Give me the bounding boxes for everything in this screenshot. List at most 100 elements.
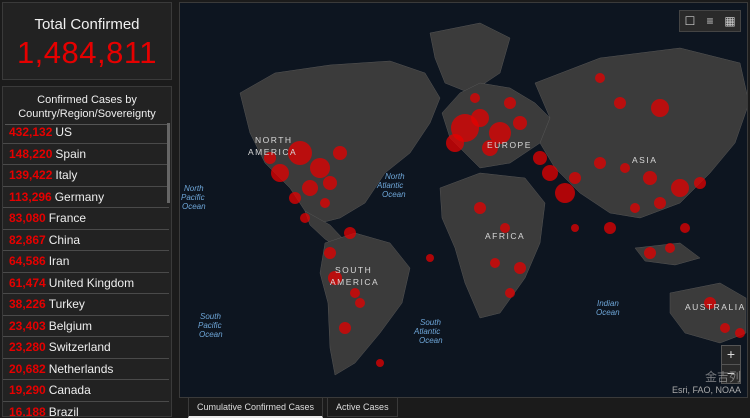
case-count: 20,682 (9, 361, 46, 376)
case-bubble[interactable] (555, 183, 575, 203)
list-item[interactable]: 23,280 Switzerland (3, 337, 169, 359)
list-item[interactable]: 64,586 Iran (3, 251, 169, 273)
case-count: 113,296 (9, 189, 52, 204)
list-item[interactable]: 23,403 Belgium (3, 316, 169, 337)
case-bubble[interactable] (474, 202, 486, 214)
country-name: US (55, 125, 73, 139)
case-bubble[interactable] (324, 247, 336, 259)
list-item[interactable]: 139,422 Italy (3, 165, 169, 187)
case-bubble[interactable] (310, 158, 330, 178)
case-bubble[interactable] (344, 227, 356, 239)
case-count: 82,867 (9, 232, 46, 247)
case-bubble[interactable] (571, 224, 579, 232)
zoom-in-button[interactable]: + (721, 345, 741, 365)
tab-cumulative-confirmed[interactable]: Cumulative Confirmed Cases (188, 398, 324, 418)
watermark-logo: 金吉列 (704, 370, 741, 384)
case-bubble[interactable] (271, 164, 289, 182)
case-bubble[interactable] (595, 73, 605, 83)
case-count: 61,474 (9, 275, 46, 290)
label-north-pacific-2: Pacific (181, 193, 205, 202)
country-name: Italy (55, 168, 78, 182)
case-count: 64,586 (9, 254, 46, 268)
case-bubble[interactable] (490, 258, 500, 268)
case-bubble[interactable] (665, 243, 675, 253)
case-bubble[interactable] (533, 151, 547, 165)
case-bubble[interactable] (446, 134, 464, 152)
case-bubble[interactable] (320, 198, 330, 208)
legend-icon[interactable]: ≡ (700, 11, 720, 31)
country-name: Brazil (48, 404, 79, 417)
case-bubble[interactable] (735, 328, 745, 338)
case-bubble[interactable] (300, 213, 310, 223)
case-bubble[interactable] (504, 97, 516, 109)
list-item[interactable]: 113,296 Germany (3, 187, 169, 208)
case-bubble[interactable] (289, 192, 301, 204)
case-count: 16,188 (9, 404, 46, 417)
label-north-america-2: AMERICA (248, 147, 297, 157)
case-bubble[interactable] (694, 177, 706, 189)
map-view[interactable]: NORTH AMERICA SOUTH AMERICA EUROPE ASIA AF… (179, 2, 748, 398)
case-bubble[interactable] (680, 223, 690, 233)
case-count: 38,226 (9, 297, 46, 311)
case-bubble[interactable] (350, 288, 360, 298)
case-bubble[interactable] (644, 247, 656, 259)
list-item[interactable]: 82,867 China (3, 230, 169, 251)
country-name: China (48, 232, 81, 247)
label-south-pacific-3: Ocean (199, 330, 223, 339)
scrollbar[interactable] (167, 123, 170, 203)
label-north-atlantic-2: Atlantic (376, 181, 403, 190)
case-bubble[interactable] (620, 163, 630, 173)
case-bubble[interactable] (542, 165, 558, 181)
list-item[interactable]: 83,080 France (3, 208, 169, 230)
list-item[interactable]: 16,188 Brazil (3, 402, 169, 417)
country-name: Canada (48, 383, 91, 397)
label-south-atlantic-1: South (420, 318, 441, 327)
case-bubble[interactable] (470, 93, 480, 103)
tab-active-cases[interactable]: Active Cases (327, 398, 398, 417)
case-bubble[interactable] (671, 179, 689, 197)
case-bubble[interactable] (720, 323, 730, 333)
country-list[interactable]: 432,132 US 148,220 Spain 139,422 Italy 113,296… (3, 122, 169, 417)
case-bubble[interactable] (594, 157, 606, 169)
list-item[interactable]: 148,220 Spain (3, 144, 169, 165)
label-north-america-1: NORTH (255, 135, 293, 145)
case-bubble[interactable] (426, 254, 434, 262)
case-bubble[interactable] (630, 203, 640, 213)
world-map[interactable]: NORTH AMERICA SOUTH AMERICA EUROPE ASIA AF… (180, 3, 748, 398)
case-bubble[interactable] (643, 171, 657, 185)
case-bubble[interactable] (514, 262, 526, 274)
case-bubble[interactable] (569, 172, 581, 184)
label-south-pacific-2: Pacific (198, 321, 222, 330)
country-name: France (48, 211, 87, 225)
case-bubble[interactable] (376, 359, 384, 367)
list-item[interactable]: 432,132 US (3, 122, 169, 144)
case-bubble[interactable] (651, 99, 669, 117)
case-bubble[interactable] (471, 109, 489, 127)
case-bubble[interactable] (355, 298, 365, 308)
case-bubble[interactable] (302, 180, 318, 196)
map-attribution[interactable]: Esri, FAO, NOAA (672, 385, 741, 395)
label-indian: Indian Ocean (596, 299, 620, 317)
basemap-icon[interactable]: ▦ (720, 11, 740, 31)
list-item[interactable]: 61,474 United Kingdom (3, 273, 169, 294)
country-list-header: Confirmed Cases by Country/Region/Sovere… (18, 94, 156, 120)
list-item[interactable]: 38,226 Turkey (3, 294, 169, 316)
label-south-america-2: AMERICA (330, 277, 379, 287)
case-bubble[interactable] (513, 116, 527, 130)
case-count: 432,132 (9, 125, 53, 139)
case-bubble[interactable] (654, 197, 666, 209)
country-name: Iran (48, 254, 70, 268)
case-bubble[interactable] (323, 176, 337, 190)
case-bubble[interactable] (333, 146, 347, 160)
case-bubble[interactable] (339, 322, 351, 334)
bookmark-icon[interactable]: ☐ (680, 11, 700, 31)
label-australia: AUSTRALIA (685, 302, 746, 312)
list-item[interactable]: 19,290 Canada (3, 380, 169, 402)
case-bubble[interactable] (614, 97, 626, 109)
country-name: United Kingdom (48, 275, 135, 290)
list-item[interactable]: 20,682 Netherlands (3, 359, 169, 380)
label-south-atlantic-3: Ocean (419, 336, 443, 345)
case-bubble[interactable] (604, 222, 616, 234)
case-bubble[interactable] (505, 288, 515, 298)
label-africa: AFRICA (485, 231, 525, 241)
